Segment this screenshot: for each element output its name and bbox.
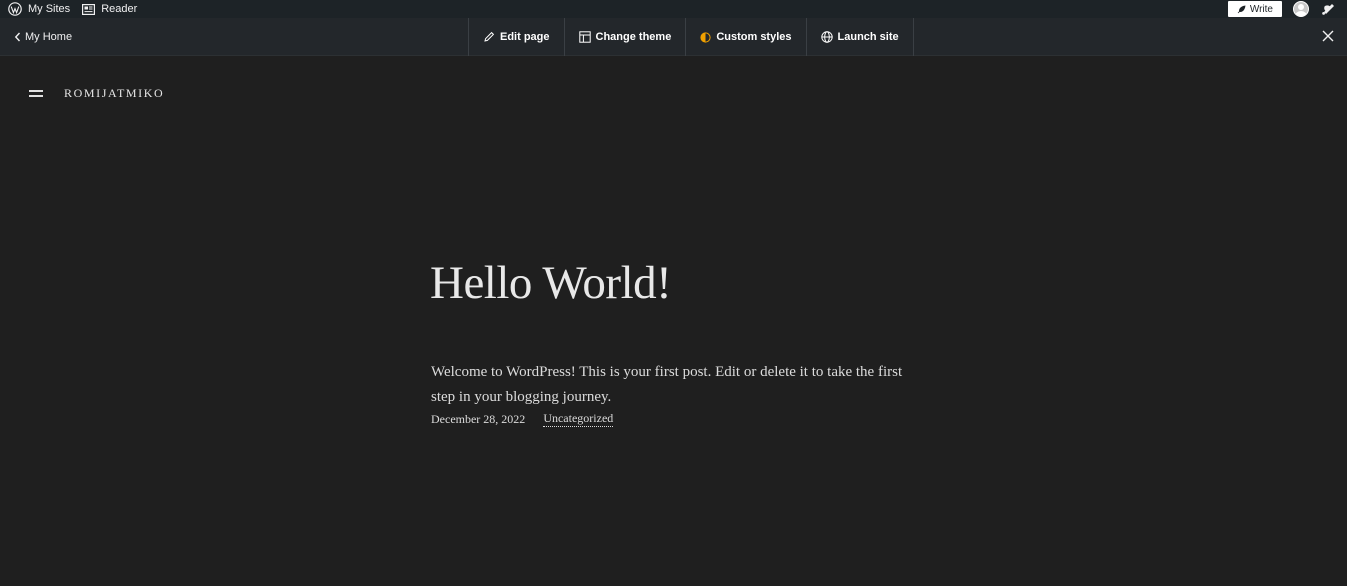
edit-page-label: Edit page [500, 31, 550, 43]
globe-icon [820, 31, 833, 43]
layout-icon [578, 31, 591, 43]
post-category-link[interactable]: Uncategorized [543, 412, 614, 427]
avatar[interactable] [1293, 1, 1309, 17]
admin-bar: My Sites Reader Write [0, 0, 1347, 18]
my-home-label: My Home [25, 31, 73, 43]
site-preview: ROMIJATMIKO Hello World! Welcome to Word… [0, 56, 1347, 586]
admin-bar-right: Write [1227, 0, 1347, 18]
site-toolbar: My Home Edit page Change theme Custom st… [0, 18, 1347, 56]
custom-styles-label: Custom styles [716, 31, 792, 43]
my-sites-link[interactable]: My Sites [0, 0, 76, 18]
site-tools: Edit page Change theme Custom styles Lau… [468, 18, 914, 56]
half-circle-icon [700, 31, 711, 43]
reader-label: Reader [101, 3, 138, 15]
wordpress-logo-icon [8, 2, 22, 16]
post-date: December 28, 2022 [431, 412, 526, 426]
my-sites-label: My Sites [28, 3, 71, 15]
change-theme-label: Change theme [595, 31, 672, 43]
reader-link[interactable]: Reader [76, 0, 143, 18]
notifications-bell-icon[interactable] [1321, 2, 1335, 16]
change-theme-button[interactable]: Change theme [565, 18, 687, 56]
post-body: Welcome to WordPress! This is your first… [431, 364, 903, 405]
menu-hamburger-icon[interactable] [29, 88, 43, 98]
custom-styles-button[interactable]: Custom styles [686, 18, 807, 56]
site-title[interactable]: ROMIJATMIKO [64, 86, 164, 101]
post-title: Hello World! [430, 257, 672, 309]
pencil-icon [483, 31, 495, 43]
close-icon[interactable] [1321, 29, 1335, 43]
post-meta: December 28, 2022 Uncategorized [431, 412, 614, 427]
reader-icon [82, 3, 96, 15]
my-home-link[interactable]: My Home [14, 18, 72, 56]
write-label: Write [1249, 3, 1273, 15]
edit-page-button[interactable]: Edit page [469, 18, 565, 56]
write-button[interactable]: Write [1227, 1, 1282, 17]
chevron-left-icon [14, 32, 21, 42]
launch-site-label: Launch site [837, 31, 899, 43]
feather-icon [1237, 5, 1246, 14]
launch-site-button[interactable]: Launch site [807, 18, 914, 56]
